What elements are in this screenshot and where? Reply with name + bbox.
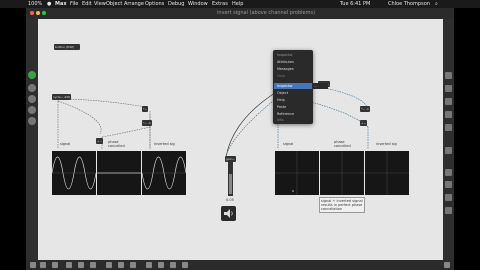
info-icon[interactable] [445, 72, 452, 79]
menu-bar: 100% ● Max File Edit View Object Arrange… [0, 0, 480, 8]
menu-view[interactable]: View [94, 0, 106, 8]
idle-scope-right-c [365, 151, 409, 195]
audio-icon[interactable] [170, 262, 176, 268]
multiply-object-right[interactable]: *~ -1 [360, 106, 370, 112]
patcher-canvas[interactable]: button (DSP) cycle~ 440 *~ *~ -1 +~ sign… [38, 19, 443, 260]
context-item-reference[interactable]: Reference [277, 112, 294, 116]
window-title-bar: invert signal (above channel problems) [26, 8, 454, 19]
window-title: invert signal (above channel problems) [216, 10, 316, 16]
context-item-attributes[interactable]: Attributes [277, 60, 294, 64]
close-window-icon[interactable] [30, 11, 34, 15]
slider-icon[interactable] [146, 262, 152, 268]
menu-app-name[interactable]: Max [55, 0, 67, 8]
search-icon[interactable]: ⌕ [435, 0, 438, 8]
preview-icon[interactable] [445, 181, 452, 188]
scope-inverted-left [141, 151, 187, 195]
presentation-icon[interactable] [40, 262, 46, 268]
menu-object[interactable]: Object [106, 0, 122, 8]
multiply-object-left[interactable]: *~ [142, 106, 149, 112]
scope-signal-right [275, 151, 319, 195]
level-readout: 0.05 [226, 198, 234, 202]
clue-icon[interactable] [445, 169, 452, 176]
ezdac-speaker[interactable] [221, 206, 236, 221]
context-menu[interactable]: Inspector Attributes Messages Help Inspe… [273, 50, 313, 124]
context-item-info[interactable]: Info [277, 118, 283, 122]
comment-inverted-left: inverted sig [154, 142, 175, 146]
comment-inverted-right: inverted sig [376, 142, 397, 146]
flat-line-left [97, 172, 141, 174]
context-item-help-2[interactable]: Help [277, 98, 285, 102]
menu-edit[interactable]: Edit [82, 0, 92, 8]
add-object-right[interactable]: +~ [360, 120, 368, 126]
new-message-icon[interactable] [78, 262, 84, 268]
style-icon[interactable] [445, 124, 452, 131]
right-sidebar [443, 19, 454, 260]
comment-signal-right: signal [283, 142, 294, 146]
left-toolbar [26, 19, 38, 260]
scope-signal-left [51, 151, 97, 195]
gain-slider[interactable] [228, 160, 233, 196]
history-icon[interactable] [445, 207, 452, 214]
user-name[interactable]: Chloe Thompson [388, 0, 430, 8]
context-header: Inspector [277, 53, 293, 57]
scope-icon[interactable] [182, 262, 188, 268]
dsp-power-icon[interactable] [444, 262, 450, 268]
new-comment-icon[interactable] [90, 262, 96, 268]
max-console-icon[interactable] [445, 147, 452, 154]
context-item-messages[interactable]: Messages [277, 67, 294, 71]
gain-slider-fill [229, 174, 232, 194]
number-icon[interactable] [130, 262, 136, 268]
add-object-icon[interactable] [28, 71, 36, 79]
comment-phase-left: phase cancelled [108, 140, 125, 148]
keyboard-icon[interactable] [158, 262, 164, 268]
comment-phase-right: phase cancelled [334, 140, 351, 148]
menu-file[interactable]: File [70, 0, 78, 8]
grid-toggle-icon[interactable] [52, 262, 58, 268]
context-item-inspector[interactable]: Inspector [277, 84, 293, 88]
scope-phase-left [97, 151, 141, 195]
sine-wave-left [51, 156, 97, 190]
add-object-left[interactable]: +~ [96, 138, 104, 144]
context-item-object[interactable]: Object [277, 91, 288, 95]
clipboard-icon[interactable] [28, 95, 36, 103]
toggle-dsp-object[interactable]: button (DSP) [54, 44, 80, 50]
menu-options[interactable]: Options [145, 0, 164, 8]
grid-icon[interactable] [28, 106, 36, 114]
menu-help[interactable]: Help [232, 0, 243, 8]
idle-scope-right-a [275, 151, 319, 195]
minimize-window-icon[interactable] [36, 11, 40, 15]
help-icon[interactable] [445, 85, 452, 92]
context-item-paste[interactable]: Paste [277, 105, 286, 109]
cycle-object-left[interactable]: cycle~ 440 [52, 94, 71, 100]
search-patch-icon[interactable] [28, 84, 36, 92]
zoom-window-icon[interactable] [42, 11, 46, 15]
menu-window[interactable]: Window [188, 0, 208, 8]
dependencies-icon[interactable] [445, 194, 452, 201]
idle-scope-right-b [320, 151, 364, 195]
zoom-level[interactable]: 100% [28, 0, 42, 8]
layers-icon[interactable] [28, 117, 36, 125]
menu-extras[interactable]: Extras [212, 0, 228, 8]
menu-debug[interactable]: Debug [168, 0, 184, 8]
new-object-icon[interactable] [66, 262, 72, 268]
scope-inverted-right [365, 151, 409, 195]
toggle-icon[interactable] [106, 262, 112, 268]
comment-signal-left: signal [60, 142, 71, 146]
invert-object-left[interactable]: *~ -1 [142, 120, 152, 126]
comment-note: signal + inverted signal results in perf… [319, 197, 365, 213]
context-submenu[interactable]: … [313, 83, 328, 89]
lock-icon[interactable] [30, 262, 36, 268]
inverted-wave-left [141, 156, 187, 190]
format-icon[interactable] [445, 111, 452, 118]
button-icon[interactable] [118, 262, 124, 268]
menu-arrange[interactable]: Arrange [124, 0, 144, 8]
clock: Tue 6:41 PM [340, 1, 371, 7]
speaker-icon [224, 209, 233, 218]
bottom-toolbar [26, 260, 454, 270]
context-item-help[interactable]: Help [277, 74, 285, 78]
apple-icon[interactable]: ● [47, 0, 51, 8]
scope-phase-right [320, 151, 364, 195]
inspector-icon[interactable] [445, 98, 452, 105]
